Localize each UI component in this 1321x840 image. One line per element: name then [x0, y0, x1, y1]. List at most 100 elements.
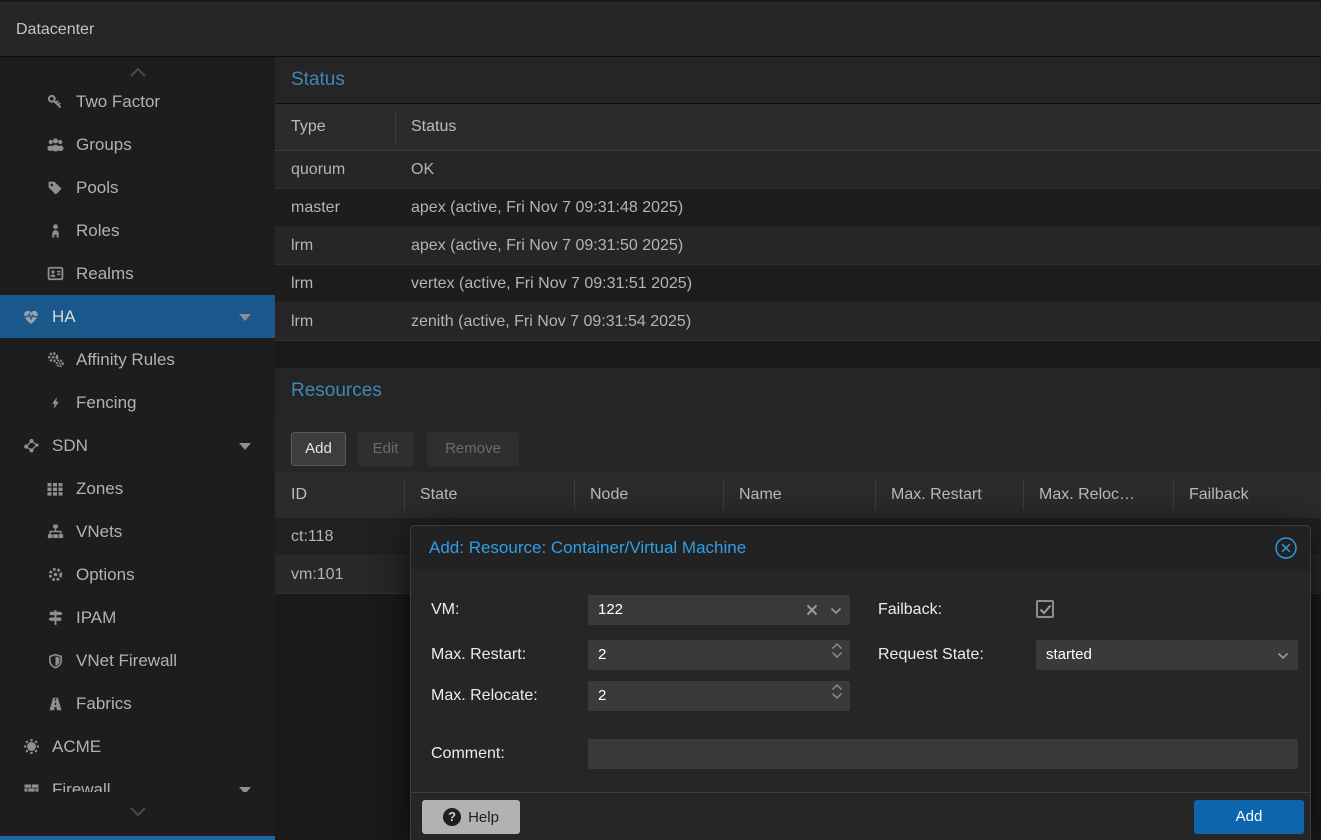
signpost-icon	[46, 609, 64, 627]
column-header-type[interactable]: Type	[291, 104, 326, 150]
sitemap-icon	[46, 523, 64, 541]
resources-panel-header: Resources	[275, 368, 1321, 415]
status-table-header: Type Status	[275, 104, 1321, 151]
proxmox-datacenter-screen: Datacenter Two Factor Groups Pools Roles	[0, 0, 1321, 840]
cell-type: lrm	[291, 265, 313, 302]
column-divider	[1173, 481, 1174, 510]
grid-icon	[46, 480, 64, 498]
sidebar-item-label: Fabrics	[76, 694, 132, 714]
scroll-up-icon[interactable]	[129, 66, 147, 78]
cell-status: vertex (active, Fri Nov 7 09:31:51 2025)	[411, 265, 692, 302]
check-icon	[1039, 604, 1052, 615]
address-card-icon	[46, 265, 64, 283]
sidebar-item-affinity-rules[interactable]: Affinity Rules	[0, 338, 275, 381]
table-row[interactable]: lrm zenith (active, Fri Nov 7 09:31:54 2…	[275, 303, 1321, 341]
cell-status: zenith (active, Fri Nov 7 09:31:54 2025)	[411, 303, 691, 340]
request-state-value: started	[1046, 646, 1092, 663]
close-icon[interactable]	[1274, 536, 1298, 560]
certificate-icon	[22, 738, 40, 756]
shield-icon	[46, 652, 64, 670]
failback-label: Failback:	[878, 595, 942, 625]
road-icon	[46, 695, 64, 713]
comment-input[interactable]	[588, 739, 1298, 769]
table-row[interactable]: lrm vertex (active, Fri Nov 7 09:31:51 2…	[275, 265, 1321, 303]
sidebar-item-ipam[interactable]: IPAM	[0, 596, 275, 639]
sidebar-item-pools[interactable]: Pools	[0, 166, 275, 209]
column-divider	[404, 481, 405, 510]
column-header-status[interactable]: Status	[411, 104, 456, 150]
chevron-down-icon[interactable]	[239, 314, 251, 321]
status-panel-title: Status	[291, 57, 345, 103]
sidebar-item-label: Options	[76, 565, 135, 585]
question-icon: ?	[443, 808, 461, 826]
sidebar-item-label: SDN	[52, 436, 88, 456]
table-row[interactable]: lrm apex (active, Fri Nov 7 09:31:50 202…	[275, 227, 1321, 265]
sidebar-item-vnets[interactable]: VNets	[0, 510, 275, 553]
sidebar-item-sdn[interactable]: SDN	[0, 424, 275, 467]
sidebar-item-two-factor[interactable]: Two Factor	[0, 80, 275, 123]
sidebar-item-label: ACME	[52, 737, 101, 757]
sidebar-item-label: Firewall	[52, 780, 111, 793]
sidebar-item-label: VNets	[76, 522, 122, 542]
column-header-node[interactable]: Node	[590, 472, 628, 518]
vm-combobox[interactable]: 122	[588, 595, 850, 625]
max-relocate-stepper[interactable]: 2	[588, 681, 850, 711]
column-header-name[interactable]: Name	[739, 472, 782, 518]
sidebar-item-fencing[interactable]: Fencing	[0, 381, 275, 424]
clear-icon[interactable]	[806, 604, 818, 616]
sidebar-item-vnet-firewall[interactable]: VNet Firewall	[0, 639, 275, 682]
chevron-down-icon[interactable]	[1277, 652, 1289, 660]
page-title: Datacenter	[16, 2, 94, 57]
chevron-down-icon[interactable]	[239, 787, 251, 792]
table-row[interactable]: quorum OK	[275, 151, 1321, 189]
edit-button[interactable]: Edit	[357, 432, 414, 466]
column-divider	[723, 481, 724, 510]
sidebar-item-acme[interactable]: ACME	[0, 725, 275, 768]
sidebar-item-label: Groups	[76, 135, 132, 155]
sidebar-item-roles[interactable]: Roles	[0, 209, 275, 252]
column-divider	[875, 481, 876, 510]
sidebar-item-label: HA	[52, 307, 76, 327]
max-restart-stepper[interactable]: 2	[588, 640, 850, 670]
help-button[interactable]: ? Help	[422, 800, 520, 834]
spinner-icons[interactable]	[831, 684, 843, 699]
sidebar-item-zones[interactable]: Zones	[0, 467, 275, 510]
cell-type: lrm	[291, 303, 313, 340]
column-header-state[interactable]: State	[420, 472, 457, 518]
sidebar-item-firewall[interactable]: Firewall	[0, 768, 275, 792]
dialog-add-button[interactable]: Add	[1194, 800, 1304, 834]
spinner-icons[interactable]	[831, 643, 843, 658]
network-icon	[22, 437, 40, 455]
chevron-down-icon[interactable]	[239, 443, 251, 450]
failback-checkbox[interactable]	[1036, 600, 1054, 618]
scroll-down-icon[interactable]	[129, 806, 147, 818]
resources-toolbar: Add Edit Remove	[275, 414, 1321, 472]
remove-button[interactable]: Remove	[427, 432, 519, 466]
sidebar-item-groups[interactable]: Groups	[0, 123, 275, 166]
help-button-label: Help	[468, 809, 499, 826]
sidebar-item-fabrics[interactable]: Fabrics	[0, 682, 275, 725]
cell-status: apex (active, Fri Nov 7 09:31:50 2025)	[411, 227, 683, 264]
column-header-failback[interactable]: Failback	[1189, 472, 1249, 518]
column-header-id[interactable]: ID	[291, 472, 307, 518]
column-header-max-relocate[interactable]: Max. Reloc…	[1039, 472, 1135, 518]
sidebar-bottom-accent	[0, 836, 275, 840]
dialog-title: Add: Resource: Container/Virtual Machine	[429, 526, 746, 570]
cell-type: quorum	[291, 151, 345, 188]
chevron-down-icon[interactable]	[830, 607, 842, 615]
request-state-label: Request State:	[878, 640, 984, 670]
sidebar-item-label: Two Factor	[76, 92, 160, 112]
vm-value: 122	[598, 601, 623, 618]
gears-icon	[46, 351, 64, 369]
table-row[interactable]: master apex (active, Fri Nov 7 09:31:48 …	[275, 189, 1321, 227]
sidebar-item-label: Zones	[76, 479, 123, 499]
sidebar-item-ha[interactable]: HA	[0, 295, 275, 338]
request-state-select[interactable]: started	[1036, 640, 1298, 670]
sidebar-item-realms[interactable]: Realms	[0, 252, 275, 295]
max-restart-value: 2	[598, 646, 606, 663]
column-header-max-restart[interactable]: Max. Restart	[891, 472, 982, 518]
add-button[interactable]: Add	[291, 432, 346, 466]
key-icon	[46, 93, 64, 111]
sidebar-item-options[interactable]: Options	[0, 553, 275, 596]
max-relocate-value: 2	[598, 687, 606, 704]
